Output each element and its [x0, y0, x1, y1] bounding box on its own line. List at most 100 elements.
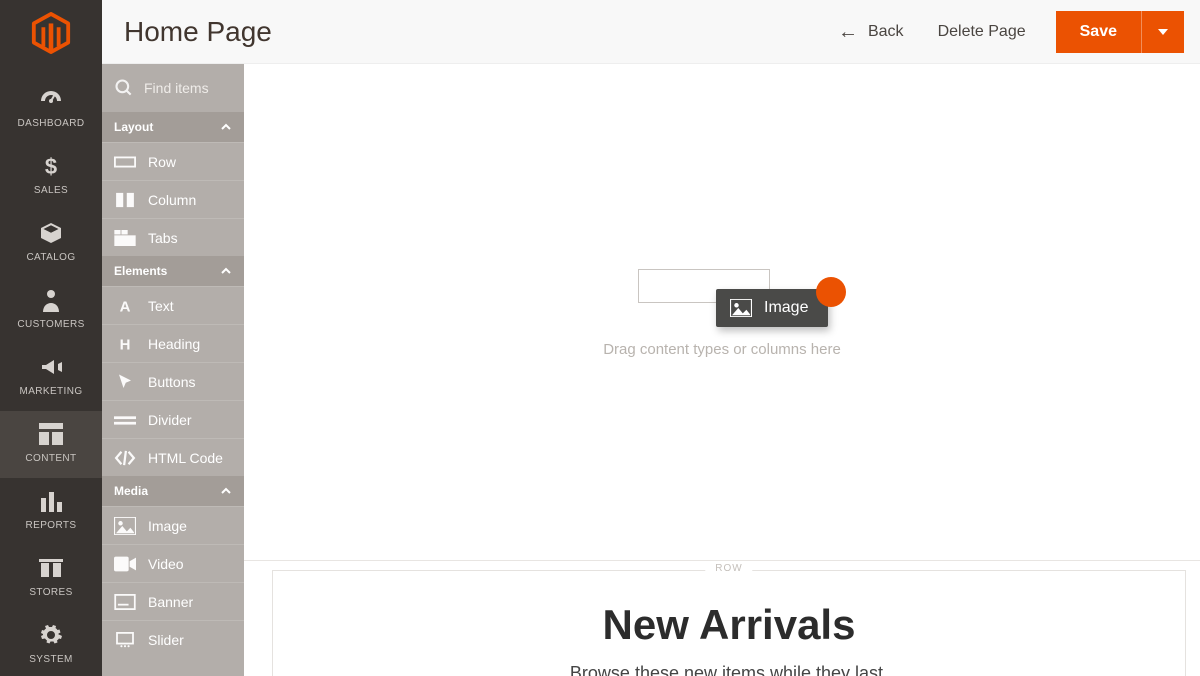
save-dropdown-button[interactable]	[1141, 11, 1184, 53]
image-icon	[114, 517, 136, 535]
nav-stores[interactable]: STORES	[0, 545, 102, 612]
panel-item-tabs[interactable]: Tabs	[102, 218, 244, 256]
nav-label: CUSTOMERS	[17, 319, 84, 330]
gear-icon	[38, 622, 64, 648]
panel-item-label: Divider	[148, 412, 192, 428]
megaphone-icon	[38, 354, 64, 380]
layout-icon	[38, 421, 64, 447]
panel-section-media[interactable]: Media	[102, 476, 244, 506]
panel-item-column[interactable]: Column	[102, 180, 244, 218]
nav-label: SYSTEM	[29, 654, 73, 665]
video-icon	[114, 555, 136, 573]
nav-marketing[interactable]: MARKETING	[0, 344, 102, 411]
canvas-divider	[244, 560, 1200, 561]
code-icon	[114, 449, 136, 467]
cursor-dot-icon	[816, 277, 846, 307]
person-icon	[38, 287, 64, 313]
nav-label: STORES	[29, 587, 72, 598]
panel-item-label: HTML Code	[148, 450, 223, 466]
save-group: Save	[1056, 11, 1184, 53]
panel-item-divider[interactable]: Divider	[102, 400, 244, 438]
magento-logo-icon	[27, 12, 75, 54]
page-title: Home Page	[124, 16, 272, 48]
admin-nav: DASHBOARD $ SALES CATALOG CUSTOMERS MARK…	[0, 0, 102, 676]
nav-label: CATALOG	[26, 252, 75, 263]
stores-icon	[38, 555, 64, 581]
tabs-icon	[114, 229, 136, 247]
panel-search-input[interactable]	[144, 80, 234, 96]
panel-item-banner[interactable]: Banner	[102, 582, 244, 620]
section-label: Layout	[114, 120, 153, 134]
nav-customers[interactable]: CUSTOMERS	[0, 277, 102, 344]
nav-label: DASHBOARD	[18, 118, 85, 129]
text-icon: A	[114, 297, 136, 315]
drag-chip-label: Image	[764, 299, 808, 317]
panel-section-layout[interactable]: Layout	[102, 112, 244, 142]
panel-item-slider[interactable]: Slider	[102, 620, 244, 658]
panel-item-label: Video	[148, 556, 184, 572]
box-icon	[38, 220, 64, 246]
delete-page-button[interactable]: Delete Page	[938, 23, 1026, 41]
row-subtext[interactable]: Browse these new items while they last.	[313, 663, 1145, 676]
slider-icon	[114, 631, 136, 649]
back-button[interactable]: ← Back	[838, 22, 904, 42]
nav-sales[interactable]: $ SALES	[0, 143, 102, 210]
nav-label: CONTENT	[25, 453, 76, 464]
panel-item-label: Row	[148, 154, 176, 170]
row-heading[interactable]: New Arrivals	[313, 601, 1145, 649]
panel-item-buttons[interactable]: Buttons	[102, 362, 244, 400]
nav-catalog[interactable]: CATALOG	[0, 210, 102, 277]
cursor-icon	[114, 373, 136, 391]
panel-item-label: Heading	[148, 336, 200, 352]
nav-dashboard[interactable]: DASHBOARD	[0, 76, 102, 143]
bars-icon	[38, 488, 64, 514]
panel-item-video[interactable]: Video	[102, 544, 244, 582]
dollar-icon: $	[38, 153, 64, 179]
divider-icon	[114, 411, 136, 429]
row-icon	[114, 153, 136, 171]
nav-content[interactable]: CONTENT	[0, 411, 102, 478]
gauge-icon	[38, 86, 64, 112]
panel-item-image[interactable]: Image	[102, 506, 244, 544]
section-label: Media	[114, 484, 148, 498]
svg-text:$: $	[45, 154, 57, 178]
row-tag: ROW	[705, 563, 752, 574]
chevron-up-icon	[220, 485, 232, 497]
nav-label: SALES	[34, 185, 68, 196]
heading-icon: H	[114, 335, 136, 353]
panel-item-label: Slider	[148, 632, 184, 648]
section-label: Elements	[114, 264, 167, 278]
drop-hint: Drag content types or columns here	[412, 341, 1032, 358]
panel-item-label: Image	[148, 518, 187, 534]
panel-item-label: Banner	[148, 594, 193, 610]
save-button[interactable]: Save	[1056, 11, 1141, 53]
topbar: Home Page ← Back Delete Page Save	[102, 0, 1200, 64]
svg-text:H: H	[120, 336, 131, 353]
back-label: Back	[868, 23, 904, 41]
panel-item-html[interactable]: HTML Code	[102, 438, 244, 476]
nav-reports[interactable]: REPORTS	[0, 478, 102, 545]
panel-item-heading[interactable]: H Heading	[102, 324, 244, 362]
caret-down-icon	[1158, 29, 1168, 35]
nav-system[interactable]: SYSTEM	[0, 612, 102, 676]
image-icon	[730, 299, 752, 317]
panel-item-row[interactable]: Row	[102, 142, 244, 180]
row-block[interactable]: ROW New Arrivals Browse these new items …	[272, 570, 1186, 676]
nav-label: MARKETING	[19, 386, 82, 397]
banner-icon	[114, 593, 136, 611]
arrow-left-icon: ←	[838, 22, 858, 42]
drop-zone[interactable]: Image Drag content types or columns here	[412, 269, 1032, 358]
chevron-up-icon	[220, 265, 232, 277]
panel-search	[102, 64, 244, 112]
panel-item-label: Buttons	[148, 374, 195, 390]
panel-item-label: Tabs	[148, 230, 178, 246]
drag-preview-chip: Image	[716, 289, 828, 327]
panel-item-label: Text	[148, 298, 174, 314]
panel-item-text[interactable]: A Text	[102, 286, 244, 324]
page-canvas[interactable]: Image Drag content types or columns here…	[244, 64, 1200, 676]
search-icon	[114, 78, 134, 98]
svg-text:A: A	[120, 298, 131, 315]
panel-section-elements[interactable]: Elements	[102, 256, 244, 286]
panel-item-label: Column	[148, 192, 196, 208]
chevron-up-icon	[220, 121, 232, 133]
